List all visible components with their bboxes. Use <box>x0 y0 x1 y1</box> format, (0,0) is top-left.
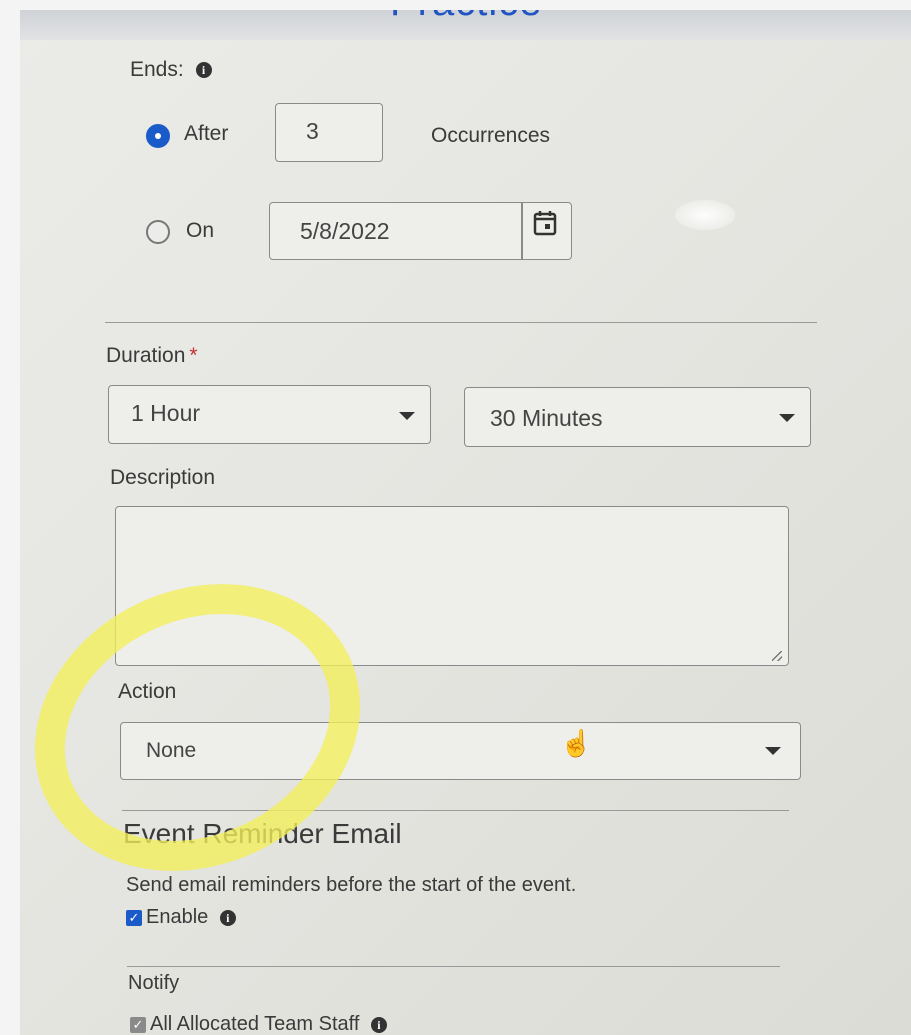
notify-staff-row: ✓ All Allocated Team Staff i <box>130 1013 387 1035</box>
info-icon[interactable]: i <box>219 909 236 926</box>
occurrences-label: Occurrences <box>431 124 551 147</box>
reminder-title: Event Reminder Email <box>123 818 402 849</box>
occurrences-value: 3 <box>306 118 319 144</box>
screen-glare <box>675 200 735 230</box>
description-textarea[interactable] <box>115 506 789 666</box>
page-title: Practice <box>390 10 543 25</box>
occurrences-input[interactable]: 3 <box>275 103 383 162</box>
chevron-down-icon <box>765 747 781 755</box>
enable-row: ✓ Enable i <box>126 906 236 929</box>
staff-checkbox[interactable]: ✓ <box>130 1016 146 1033</box>
end-date-value: 5/8/2022 <box>300 218 390 244</box>
notify-label: Notify <box>128 972 180 994</box>
staff-label: All Allocated Team Staff <box>150 1013 360 1035</box>
divider <box>127 966 780 967</box>
info-icon[interactable]: i <box>370 1016 387 1033</box>
ends-after-radio[interactable] <box>146 124 170 148</box>
action-select[interactable]: None <box>120 722 801 780</box>
enable-checkbox[interactable]: ✓ <box>126 909 142 926</box>
reminder-subtitle: Send email reminders before the start of… <box>126 874 577 896</box>
action-label: Action <box>118 680 177 703</box>
description-label: Description <box>110 466 216 489</box>
info-icon[interactable]: i <box>195 62 212 79</box>
required-mark: * <box>189 344 198 367</box>
chevron-down-icon <box>399 412 415 420</box>
enable-label: Enable <box>146 906 209 928</box>
hand-cursor-icon: ☝ <box>560 728 593 758</box>
duration-minutes-select[interactable]: 30 Minutes <box>464 387 811 447</box>
divider <box>122 810 789 811</box>
ends-label-row: Ends: i <box>130 58 212 82</box>
duration-label-row: Duration * <box>106 344 198 368</box>
date-button-divider <box>521 203 523 259</box>
ends-label: Ends: <box>130 58 184 81</box>
screen: Practice Ends: i After 3 Occurrences On … <box>20 10 911 1035</box>
calendar-icon[interactable] <box>532 209 558 237</box>
top-bar: Practice <box>20 10 911 40</box>
duration-hours-select[interactable]: 1 Hour <box>108 385 431 444</box>
ends-on-radio[interactable] <box>146 220 170 244</box>
duration-label: Duration <box>106 344 186 367</box>
ends-after-label: After <box>184 122 229 145</box>
resize-handle[interactable] <box>772 651 782 661</box>
divider <box>105 322 817 323</box>
ends-on-label: On <box>186 219 215 242</box>
end-date-input[interactable]: 5/8/2022 <box>269 202 572 260</box>
action-value: None <box>146 739 197 762</box>
duration-hours-value: 1 Hour <box>131 400 201 426</box>
duration-minutes-value: 30 Minutes <box>490 405 603 431</box>
chevron-down-icon <box>779 414 795 422</box>
